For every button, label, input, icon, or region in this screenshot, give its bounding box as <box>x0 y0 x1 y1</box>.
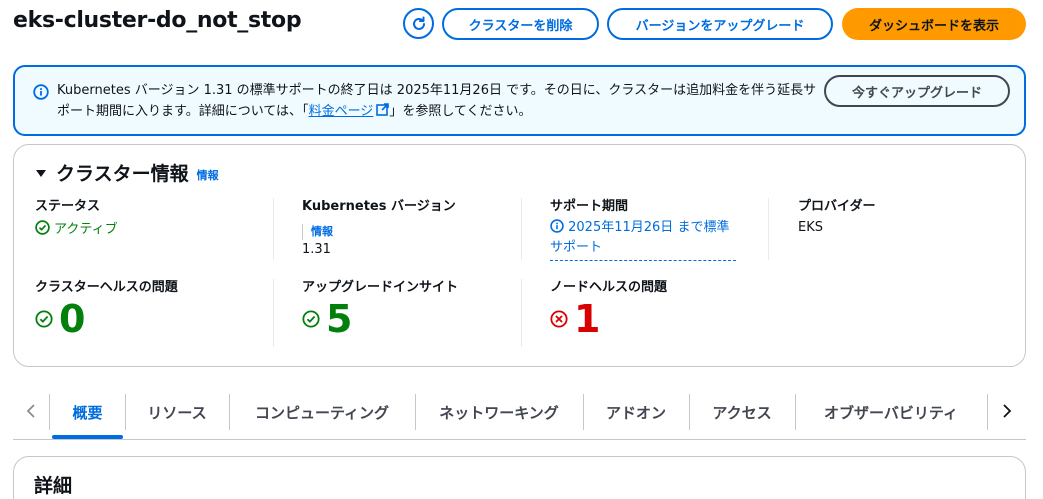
k8s-version-field: Kubernetes バージョン 情報 1.31 <box>302 198 456 260</box>
upgrade-now-button[interactable]: 今すぐアップグレード <box>824 75 1010 107</box>
upgrade-insights-label: アップグレードインサイト <box>302 280 459 295</box>
chevron-right-icon <box>1003 404 1012 418</box>
cluster-health-field: クラスターヘルスの問題 0 <box>35 279 178 339</box>
tab-compute[interactable]: コンピューティング <box>231 392 413 432</box>
info-icon <box>33 84 49 100</box>
node-health-value[interactable]: 1 <box>550 299 667 339</box>
page-title: eks-cluster-do_not_stop <box>13 8 302 33</box>
error-circle-icon <box>550 310 568 328</box>
refresh-icon <box>412 16 425 30</box>
chevron-left-icon <box>26 404 35 418</box>
refresh-button[interactable] <box>403 8 434 39</box>
support-info-banner: Kubernetes バージョン 1.31 の標準サポートの終了日は 2025年… <box>13 65 1026 136</box>
k8s-info-link[interactable]: 情報 <box>302 224 333 240</box>
caret-down-icon[interactable] <box>34 166 48 180</box>
node-health-label: ノードヘルスの問題 <box>550 280 668 295</box>
support-period-value[interactable]: 2025年11月26日 まで標準サポート <box>550 218 736 261</box>
scroll-left-button[interactable] <box>20 398 42 424</box>
support-period-label: サポート期間 <box>550 199 629 214</box>
upgrade-insights-value[interactable]: 5 <box>302 299 458 339</box>
cluster-health-label: クラスターヘルスの問題 <box>35 280 178 295</box>
status-field: ステータス アクティブ <box>35 198 118 237</box>
details-card: 詳細 <box>13 456 1026 499</box>
upgrade-version-button[interactable]: バージョンをアップグレード <box>607 8 833 40</box>
tab-resources[interactable]: リソース <box>127 392 227 432</box>
provider-field: プロバイダー EKS <box>798 198 875 238</box>
pricing-page-link[interactable]: 料金ページ <box>309 103 390 119</box>
k8s-version-value: 1.31 <box>302 242 331 257</box>
details-title: 詳細 <box>34 475 73 497</box>
tab-overview[interactable]: 概要 <box>52 392 123 432</box>
upgrade-insights-field: アップグレードインサイト 5 <box>302 279 458 339</box>
scroll-right-button[interactable] <box>996 398 1018 424</box>
provider-value: EKS <box>798 220 823 235</box>
check-circle-icon <box>35 220 50 235</box>
view-dashboard-button[interactable]: ダッシュボードを表示 <box>842 8 1026 40</box>
status-value: アクティブ <box>35 218 118 237</box>
tab-networking[interactable]: ネットワーキング <box>417 392 581 432</box>
delete-cluster-button[interactable]: クラスターを削除 <box>442 8 599 40</box>
tab-bar: 概要 リソース コンピューティング ネットワーキング アドオン アクセス オブザ… <box>13 384 1026 440</box>
check-circle-icon <box>302 310 320 328</box>
cluster-info-card: クラスター情報 情報 ステータス アクティブ Kubernetes バージョン … <box>13 144 1026 367</box>
status-label: ステータス <box>35 199 101 214</box>
cluster-info-link[interactable]: 情報 <box>197 167 219 183</box>
cluster-info-title: クラスター情報 <box>56 163 189 185</box>
node-health-field: ノードヘルスの問題 1 <box>550 279 667 339</box>
info-icon <box>550 219 564 233</box>
tab-addons[interactable]: アドオン <box>585 392 687 432</box>
cluster-health-value[interactable]: 0 <box>35 299 178 339</box>
check-circle-icon <box>35 310 53 328</box>
tab-access[interactable]: アクセス <box>691 392 793 432</box>
banner-message: Kubernetes バージョン 1.31 の標準サポートの終了日は 2025年… <box>57 80 817 122</box>
k8s-version-label: Kubernetes バージョン <box>302 199 456 214</box>
active-tab-indicator <box>52 435 123 439</box>
banner-text-after: 」を参照してください。 <box>389 104 532 119</box>
external-link-icon <box>376 103 390 116</box>
provider-label: プロバイダー <box>798 199 876 214</box>
tab-observability[interactable]: オブザーバビリティ <box>797 392 985 432</box>
cluster-info-header[interactable]: クラスター情報 情報 <box>34 159 219 186</box>
support-period-field: サポート期間 2025年11月26日 まで標準サポート <box>550 198 736 261</box>
